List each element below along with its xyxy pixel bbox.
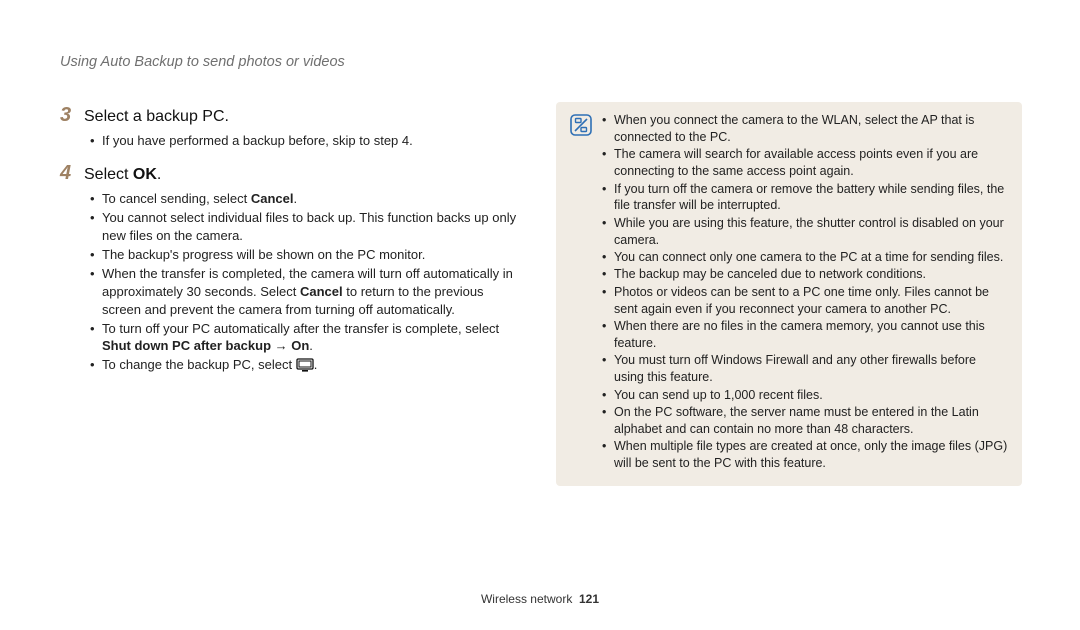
step-3: 3 Select a backup PC. <box>60 104 522 127</box>
bold-text: OK <box>133 166 157 183</box>
note-item: The camera will search for available acc… <box>602 146 1008 180</box>
text: Select <box>84 166 133 183</box>
step-text: Select a backup PC. <box>84 108 229 126</box>
note-item: When you connect the camera to the WLAN,… <box>602 112 1008 146</box>
note-box: When you connect the camera to the WLAN,… <box>556 102 1022 486</box>
text: To cancel sending, select <box>102 191 251 206</box>
note-icon <box>570 114 592 136</box>
note-list: When you connect the camera to the WLAN,… <box>602 112 1008 472</box>
text: . <box>294 191 298 206</box>
bold-text: Shut down PC after backup → On <box>102 338 309 353</box>
note-item: Photos or videos can be sent to a PC one… <box>602 284 1008 318</box>
right-column: When you connect the camera to the WLAN,… <box>556 102 1022 486</box>
note-item: On the PC software, the server name must… <box>602 404 1008 438</box>
step-4-bullets: To cancel sending, select Cancel. You ca… <box>90 190 522 377</box>
text: To turn off your PC automatically after … <box>102 321 499 336</box>
note-item: When multiple file types are created at … <box>602 438 1008 472</box>
note-item: You can connect only one camera to the P… <box>602 249 1008 266</box>
bullet-item: To cancel sending, select Cancel. <box>90 190 522 208</box>
page-footer: Wireless network 121 <box>0 592 1080 606</box>
bullet-item: If you have performed a backup before, s… <box>90 132 522 150</box>
note-item: The backup may be canceled due to networ… <box>602 266 1008 283</box>
step-4: 4 Select OK. <box>60 162 522 185</box>
bullet-item: To change the backup PC, select . <box>90 356 522 377</box>
manual-page: Using Auto Backup to send photos or vide… <box>0 0 1080 630</box>
text: . <box>157 166 161 183</box>
text: . <box>314 357 318 372</box>
step-text: Select OK. <box>84 166 161 184</box>
pc-change-icon <box>296 358 314 377</box>
bullet-item: You cannot select individual files to ba… <box>90 209 522 245</box>
text: To change the backup PC, select <box>102 357 296 372</box>
note-item: If you turn off the camera or remove the… <box>602 181 1008 215</box>
left-column: 3 Select a backup PC. If you have perfor… <box>60 102 522 486</box>
bullet-item: The backup's progress will be shown on t… <box>90 246 522 264</box>
note-item: You must turn off Windows Firewall and a… <box>602 352 1008 386</box>
content-columns: 3 Select a backup PC. If you have perfor… <box>60 102 1022 486</box>
note-item: You can send up to 1,000 recent files. <box>602 387 1008 404</box>
step-3-bullets: If you have performed a backup before, s… <box>90 132 522 150</box>
note-item: When there are no files in the camera me… <box>602 318 1008 352</box>
step-number: 3 <box>60 104 84 127</box>
footer-section: Wireless network <box>481 592 572 606</box>
bullet-item: To turn off your PC automatically after … <box>90 320 522 356</box>
section-header: Using Auto Backup to send photos or vide… <box>60 54 1022 70</box>
text: . <box>309 338 313 353</box>
step-number: 4 <box>60 162 84 185</box>
bullet-item: When the transfer is completed, the came… <box>90 265 522 319</box>
bold-text: Cancel <box>251 191 294 206</box>
bold-text: Cancel <box>300 284 343 299</box>
footer-page-number: 121 <box>579 592 599 606</box>
note-item: While you are using this feature, the sh… <box>602 215 1008 249</box>
